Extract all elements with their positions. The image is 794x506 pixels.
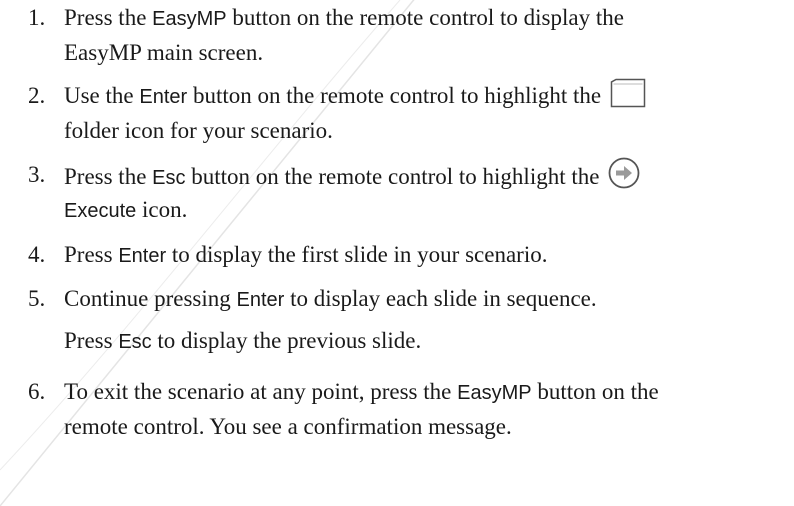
step-number: 6.	[28, 379, 46, 404]
step-text-line: folder icon for your scenario.	[64, 118, 333, 143]
step-text-line: remote control. You see a confirmation m…	[64, 414, 512, 439]
easymp-button-label: EasyMP	[457, 382, 532, 404]
step-5-note: Press Esc to display the previous slide.	[64, 328, 422, 353]
enter-button-label: Enter	[118, 245, 167, 267]
step-text-line: Press Enter to display the first slide i…	[64, 242, 548, 267]
esc-button-label: Esc	[118, 331, 152, 353]
step-text-line: Use the Enter button on the remote contr…	[64, 78, 646, 118]
manual-page: 1. Press the EasyMP button on the remote…	[0, 0, 794, 506]
step-number: 2.	[28, 83, 46, 108]
step-number: 5.	[28, 286, 46, 311]
esc-button-label: Esc	[152, 167, 186, 189]
step-text-line: Continue pressing Enter to display each …	[64, 286, 597, 311]
step-number: 4.	[28, 242, 46, 267]
execute-label: Execute	[64, 200, 137, 222]
step-text-line: Execute icon.	[64, 197, 188, 222]
step-number: 3.	[28, 162, 46, 187]
step-text-line: To exit the scenario at any point, press…	[64, 379, 659, 404]
enter-button-label: Enter	[236, 289, 285, 311]
step-text-line: Press the EasyMP button on the remote co…	[64, 5, 624, 30]
step-text-line: EasyMP main screen.	[64, 40, 264, 65]
easymp-button-label: EasyMP	[152, 8, 227, 30]
step-number: 1.	[28, 5, 46, 30]
enter-button-label: Enter	[139, 86, 188, 108]
folder-icon	[610, 78, 646, 118]
execute-arrow-icon	[608, 157, 640, 199]
